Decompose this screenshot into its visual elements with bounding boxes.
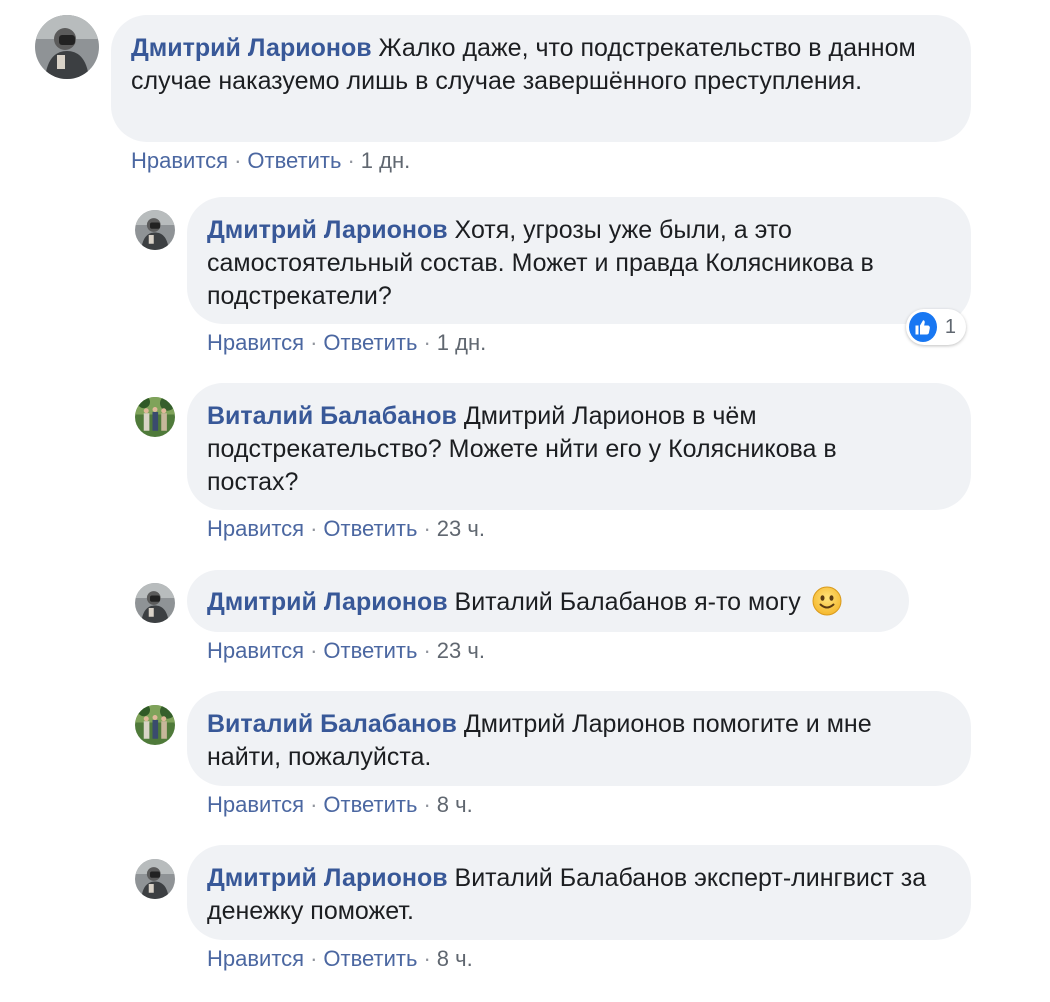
author-name[interactable]: Дмитрий Ларионов xyxy=(207,864,448,892)
separator: · xyxy=(423,330,431,355)
timestamp[interactable]: 1 дн. xyxy=(361,148,410,173)
avatar[interactable] xyxy=(135,210,175,250)
comment-bubble: Дмитрий Ларионов Виталий Балабанов я-то … xyxy=(187,570,909,632)
user-photo-icon xyxy=(135,583,175,623)
separator: · xyxy=(310,638,318,663)
separator: · xyxy=(423,638,431,663)
reply-button[interactable]: Ответить xyxy=(323,330,417,355)
comment-bubble: Дмитрий Ларионов Хотя, угрозы уже были, … xyxy=(187,197,971,324)
separator: · xyxy=(310,516,318,541)
timestamp[interactable]: 23 ч. xyxy=(437,516,485,541)
avatar[interactable] xyxy=(135,859,175,899)
comment-bubble: Дмитрий Ларионов Виталий Балабанов экспе… xyxy=(187,845,971,940)
comment-actions: Нравится · Ответить · 23 ч. xyxy=(207,516,485,542)
reply-button[interactable]: Ответить xyxy=(323,946,417,971)
timestamp[interactable]: 1 дн. xyxy=(437,330,486,355)
separator: · xyxy=(423,516,431,541)
like-button[interactable]: Нравится xyxy=(207,638,304,663)
reaction-count-badge[interactable]: 1 xyxy=(906,309,966,345)
reply-button[interactable]: Ответить xyxy=(247,148,341,173)
like-button[interactable]: Нравится xyxy=(207,946,304,971)
separator: · xyxy=(423,946,431,971)
timestamp[interactable]: 23 ч. xyxy=(437,638,485,663)
comment-bubble: Дмитрий Ларионов Жалко даже, что подстре… xyxy=(111,15,971,142)
comment-actions: Нравится · Ответить · 8 ч. xyxy=(207,792,473,818)
user-photo-icon xyxy=(135,859,175,899)
author-name[interactable]: Виталий Балабанов xyxy=(207,402,457,430)
author-name[interactable]: Виталий Балабанов xyxy=(207,710,457,738)
comment-actions: Нравится · Ответить · 8 ч. xyxy=(207,946,473,972)
separator: · xyxy=(234,148,242,173)
comment-text: Виталий Балабанов я-то могу xyxy=(454,588,801,616)
like-icon xyxy=(909,312,937,342)
reply-button[interactable]: Ответить xyxy=(323,792,417,817)
reaction-count: 1 xyxy=(944,315,956,338)
author-name[interactable]: Дмитрий Ларионов xyxy=(131,34,372,62)
avatar[interactable] xyxy=(135,705,175,745)
separator: · xyxy=(310,946,318,971)
avatar[interactable] xyxy=(135,397,175,437)
author-name[interactable]: Дмитрий Ларионов xyxy=(207,216,448,244)
like-button[interactable]: Нравится xyxy=(207,330,304,355)
comment-bubble: Виталий Балабанов Дмитрий Ларионов помог… xyxy=(187,691,971,786)
like-button[interactable]: Нравится xyxy=(131,148,228,173)
comment-actions: Нравится · Ответить · 23 ч. xyxy=(207,638,485,664)
group-photo-icon xyxy=(135,397,175,437)
avatar[interactable] xyxy=(35,15,99,79)
comment-actions: Нравится · Ответить · 1 дн. xyxy=(207,330,486,356)
user-photo-icon xyxy=(135,210,175,250)
separator: · xyxy=(347,148,355,173)
comment-actions: Нравится · Ответить · 1 дн. xyxy=(131,148,410,174)
reply-button[interactable]: Ответить xyxy=(323,638,417,663)
group-photo-icon xyxy=(135,705,175,745)
user-photo-icon xyxy=(35,15,99,79)
like-button[interactable]: Нравится xyxy=(207,792,304,817)
timestamp[interactable]: 8 ч. xyxy=(437,792,473,817)
avatar[interactable] xyxy=(135,583,175,623)
separator: · xyxy=(310,792,318,817)
author-name[interactable]: Дмитрий Ларионов xyxy=(207,588,448,616)
comment-bubble: Виталий Балабанов Дмитрий Ларионов в чём… xyxy=(187,383,971,510)
separator: · xyxy=(310,330,318,355)
like-button[interactable]: Нравится xyxy=(207,516,304,541)
slightly-smiling-face-icon xyxy=(812,586,842,616)
reply-button[interactable]: Ответить xyxy=(323,516,417,541)
timestamp[interactable]: 8 ч. xyxy=(437,946,473,971)
separator: · xyxy=(423,792,431,817)
